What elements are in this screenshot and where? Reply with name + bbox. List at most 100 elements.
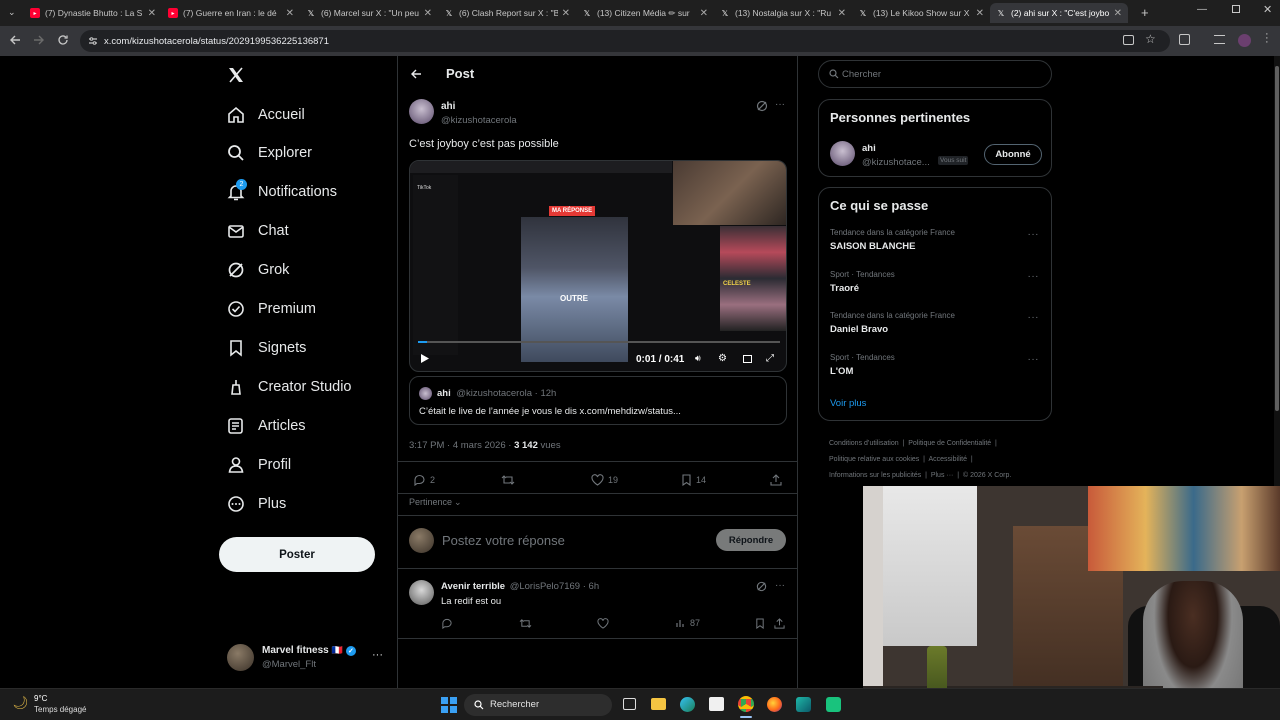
reply-input[interactable]: Postez votre réponse [442, 533, 565, 548]
trend-more-icon[interactable]: ··· [1028, 229, 1040, 240]
nav-item-notifications[interactable]: 2 Notifications [226, 177, 337, 207]
edge-browser-icon[interactable] [680, 697, 695, 712]
footer-more-link[interactable]: Plus ··· [931, 472, 954, 479]
browser-tab[interactable]: ▸ (7) Dynastie Bhutto : La S ✕ [24, 3, 162, 23]
new-tab-icon[interactable]: + [1141, 5, 1149, 20]
nav-item-signets[interactable]: Signets [226, 333, 306, 363]
start-button[interactable] [441, 697, 457, 713]
post-timestamp[interactable]: 3:17 PM · 4 mars 2026 · [409, 440, 514, 451]
maximize-button[interactable] [1232, 5, 1240, 13]
grok-icon[interactable] [756, 581, 767, 592]
file-explorer-icon[interactable] [651, 698, 666, 710]
footer-terms-link[interactable]: Conditions d’utilisation [829, 440, 899, 447]
browser-tab[interactable]: 𝕏 (13) Citizen Média ✏ sur ✕ [576, 3, 714, 23]
task-view-icon[interactable] [623, 698, 636, 710]
author-avatar[interactable] [409, 99, 434, 124]
footer-accessibility-link[interactable]: Accessibilité [929, 456, 968, 463]
picture-in-picture-icon[interactable] [743, 355, 752, 363]
fullscreen-icon[interactable]: ⤢ [766, 353, 774, 364]
reply-bookmark-icon[interactable] [755, 618, 765, 629]
site-info-icon[interactable] [88, 36, 98, 46]
following-button[interactable]: Abonné [984, 144, 1042, 165]
nav-item-explorer[interactable]: Explorer [226, 138, 312, 168]
profile-avatar-icon[interactable] [1238, 34, 1251, 47]
bookmark-star-icon[interactable]: ☆ [1145, 32, 1156, 46]
tab-close-icon[interactable]: ✕ [148, 8, 156, 19]
reply-reply-icon[interactable] [441, 618, 453, 629]
bookmark-action[interactable]: 14 [681, 474, 706, 486]
nav-item-creator-studio[interactable]: Creator Studio [226, 372, 352, 402]
nav-item-profil[interactable]: Profil [226, 450, 291, 480]
reply-post[interactable]: Avenir terrible @LorisPelo7169 · 6h La r… [398, 569, 797, 637]
tab-close-icon[interactable]: ✕ [976, 8, 984, 19]
reply-author-handle[interactable]: @LorisPelo7169 [510, 581, 580, 592]
app-icon[interactable] [796, 697, 811, 712]
like-action[interactable]: 19 [591, 474, 618, 486]
trend-more-icon[interactable]: ··· [1028, 312, 1040, 323]
compose-post-button[interactable]: Poster [219, 537, 375, 572]
footer-privacy-link[interactable]: Politique de Confidentialité [908, 440, 991, 447]
sort-dropdown[interactable]: Pertinence ⌄ [409, 497, 462, 508]
browser-menu-icon[interactable]: · · · [1265, 29, 1269, 48]
play-icon[interactable] [420, 353, 430, 364]
store-icon[interactable] [709, 697, 724, 711]
reply-action[interactable]: 2 [413, 474, 435, 486]
reply-author-name[interactable]: Avenir terrible [441, 581, 505, 592]
tab-close-icon[interactable]: ✕ [838, 8, 846, 19]
grok-icon[interactable] [756, 100, 768, 112]
account-switcher[interactable]: Marvel fitness 🇫🇷 ✓ @Marvel_Flt ··· [226, 641, 386, 675]
weather-widget[interactable]: 🌙︎ 9°C Temps dégagé [10, 693, 120, 717]
reply-time[interactable]: 6h [589, 581, 600, 592]
trend-more-icon[interactable]: ··· [1028, 354, 1040, 365]
relevant-name[interactable]: ahi [862, 143, 876, 154]
browser-tab[interactable]: 𝕏 (6) Marcel sur X : "Un peu ✕ [300, 3, 438, 23]
video-player[interactable]: TikTok MA RÉPONSE OUTRE CELESTE 0:01 / 0… [409, 160, 787, 372]
trend-item[interactable]: Tendance dans la catégorie France Daniel … [830, 311, 955, 335]
reply-submit-button[interactable]: Répondre [716, 529, 786, 551]
quoted-post[interactable]: ahi @kizushotacerola · 12h C’était le li… [409, 376, 787, 425]
reply-heart-icon[interactable] [597, 618, 609, 629]
trend-item[interactable]: Tendance dans la catégorie France SAISON … [830, 228, 955, 252]
footer-cookies-link[interactable]: Politique relative aux cookies [829, 456, 919, 463]
trend-item[interactable]: Sport · Tendances Traoré [830, 270, 895, 294]
author-handle[interactable]: @kizushotacerola [441, 115, 517, 126]
browser-tab[interactable]: 𝕏 (13) Le Kikoo Show sur X ✕ [852, 3, 990, 23]
tab-search-icon[interactable] [1214, 35, 1225, 44]
relevant-handle[interactable]: @kizushotace... [862, 157, 930, 168]
trend-item[interactable]: Sport · Tendances L'OM [830, 353, 895, 377]
tab-close-icon[interactable]: ✕ [424, 8, 432, 19]
browser-tab[interactable]: 𝕏 (6) Clash Report sur X : "B ✕ [438, 3, 576, 23]
author-name[interactable]: ahi [441, 101, 455, 112]
nav-item-premium[interactable]: Premium [226, 294, 316, 324]
reply-repost-icon[interactable] [519, 618, 532, 629]
back-arrow-icon[interactable] [9, 34, 21, 46]
address-bar[interactable]: x.com/kizushotacerola/status/20291995362… [80, 30, 1170, 52]
x-logo-icon[interactable] [227, 66, 245, 84]
nav-item-articles[interactable]: Articles [226, 411, 306, 441]
volume-icon[interactable]: 🔊︎ [695, 353, 701, 364]
reply-avatar[interactable] [409, 580, 434, 605]
browser-tab[interactable]: 𝕏 (2) ahi sur X : "C'est joybo ✕ [990, 3, 1128, 23]
relevant-avatar[interactable] [830, 141, 855, 166]
browser-tab[interactable]: 𝕏 (13) Nostalgia sur X : "Ru ✕ [714, 3, 852, 23]
back-arrow-icon[interactable] [410, 68, 422, 80]
browser-tab[interactable]: ▸ (7) Guerre en Iran : le dé ✕ [162, 3, 300, 23]
trend-more-icon[interactable]: ··· [1028, 271, 1040, 282]
firefox-icon[interactable] [767, 697, 782, 712]
video-progress-track[interactable] [418, 341, 780, 343]
show-more-link[interactable]: Voir plus [830, 398, 866, 409]
taskbar-search[interactable]: Rechercher [464, 694, 612, 716]
forward-arrow-icon[interactable] [33, 34, 45, 46]
nav-item-chat[interactable]: Chat [226, 216, 289, 246]
minimize-button[interactable]: — [1197, 4, 1207, 15]
repost-action[interactable] [501, 474, 519, 486]
tab-close-icon[interactable]: ✕ [700, 8, 708, 19]
nav-item-accueil[interactable]: Accueil [226, 100, 305, 130]
search-box[interactable]: Chercher [818, 60, 1052, 88]
tab-list-button[interactable]: ⌄ [8, 7, 20, 19]
account-more-icon[interactable]: ··· [372, 649, 383, 661]
reply-share-icon[interactable] [774, 618, 785, 629]
footer-ads-link[interactable]: Informations sur les publicités [829, 472, 921, 479]
reload-icon[interactable] [57, 34, 69, 46]
close-window-button[interactable]: ✕ [1263, 3, 1272, 16]
